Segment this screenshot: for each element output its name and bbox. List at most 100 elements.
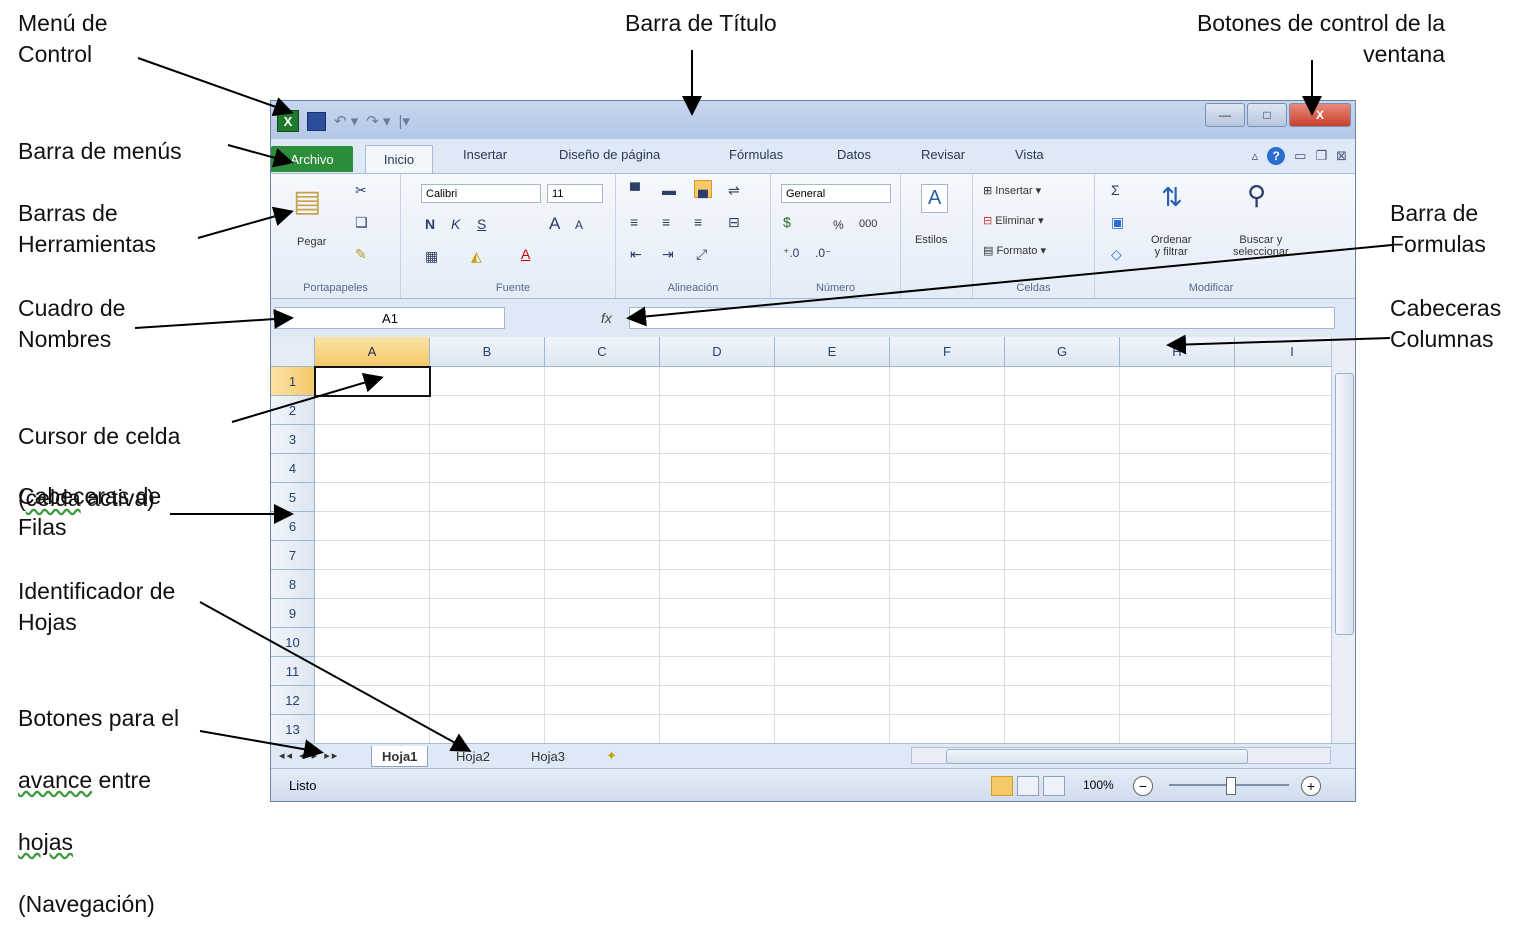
column-header-c[interactable]: C (545, 337, 660, 367)
currency-icon[interactable]: $ (783, 214, 791, 230)
new-sheet-icon[interactable]: ✦ (596, 746, 627, 766)
styles-icon[interactable]: A (921, 184, 949, 213)
sheet-navigation-buttons[interactable]: ◂◂ ◂ ▸ ▸▸ (279, 749, 339, 762)
tab-formulas[interactable]: Fórmulas (729, 147, 783, 162)
cut-icon[interactable]: ✂ (355, 182, 367, 199)
redo-icon[interactable]: ↷ ▾ (366, 112, 390, 130)
tab-file[interactable]: Archivo (271, 146, 353, 172)
doc-close-icon[interactable]: ⊠ (1336, 148, 1347, 164)
title-bar[interactable]: X ↶ ▾ ↷ ▾ |▾ — □ X (271, 101, 1355, 139)
customize-icon[interactable]: |▾ (399, 112, 410, 130)
doc-minimize-icon[interactable]: ▭ (1294, 148, 1306, 164)
sheet-tab-hoja2[interactable]: Hoja2 (446, 746, 500, 766)
align-top-icon[interactable]: ▀ (630, 182, 640, 198)
decrease-indent-icon[interactable]: ⇤ (630, 246, 642, 263)
delete-cells-button[interactable]: ⊟ Eliminar ▾ (983, 214, 1044, 227)
format-cells-button[interactable]: ▤ Formato ▾ (983, 244, 1046, 257)
page-layout-view-button[interactable] (1017, 776, 1039, 796)
doc-restore-icon[interactable]: ❐ (1315, 148, 1327, 164)
column-header-h[interactable]: H (1120, 337, 1235, 367)
horizontal-scroll-thumb[interactable] (946, 749, 1248, 764)
merge-center-icon[interactable]: ⊟ (728, 214, 740, 231)
zoom-level[interactable]: 100% (1083, 778, 1114, 792)
excel-app-icon[interactable]: X (277, 110, 299, 132)
copy-icon[interactable]: ❏ (355, 214, 368, 231)
column-header-a[interactable]: A (315, 337, 430, 367)
borders-icon[interactable]: ▦ (425, 248, 438, 265)
normal-view-button[interactable] (991, 776, 1013, 796)
row-header-2[interactable]: 2 (271, 396, 315, 425)
sheet-tab-hoja1[interactable]: Hoja1 (371, 746, 429, 767)
name-box[interactable]: A1 (275, 307, 505, 329)
row-header-11[interactable]: 11 (271, 657, 315, 686)
number-format-select[interactable]: General (781, 184, 891, 203)
fill-color-icon[interactable]: ◭ (471, 248, 482, 265)
worksheet-grid[interactable]: A B C D E F G H I 1 2 3 4 5 6 7 8 9 10 11 12 13 (271, 337, 1331, 743)
horizontal-scrollbar[interactable] (911, 747, 1331, 764)
row-header-10[interactable]: 10 (271, 628, 315, 657)
column-header-f[interactable]: F (890, 337, 1005, 367)
formula-input[interactable] (629, 307, 1335, 329)
font-size-select[interactable]: 11 (547, 184, 603, 203)
increase-indent-icon[interactable]: ⇥ (662, 246, 674, 263)
active-cell-cursor[interactable] (314, 366, 431, 397)
shrink-font-button[interactable]: A (575, 218, 583, 232)
align-center-icon[interactable]: ≡ (662, 214, 670, 230)
row-header-13[interactable]: 13 (271, 715, 315, 743)
column-header-d[interactable]: D (660, 337, 775, 367)
zoom-slider-thumb[interactable] (1226, 777, 1236, 795)
orientation-icon[interactable]: ⤢ (696, 246, 707, 263)
save-icon[interactable] (307, 111, 326, 131)
row-header-12[interactable]: 12 (271, 686, 315, 715)
tab-insert[interactable]: Insertar (463, 147, 507, 162)
close-button[interactable]: X (1289, 103, 1351, 127)
font-name-select[interactable]: Calibri (421, 184, 541, 203)
row-header-7[interactable]: 7 (271, 541, 315, 570)
column-header-e[interactable]: E (775, 337, 890, 367)
zoom-out-button[interactable]: − (1133, 776, 1153, 796)
insert-function-icon[interactable]: fx (601, 310, 612, 326)
collapse-ribbon-icon[interactable]: ▵ (1252, 148, 1259, 164)
underline-button[interactable]: S (477, 216, 486, 232)
fill-icon[interactable]: ▣ (1111, 214, 1124, 231)
column-header-g[interactable]: G (1005, 337, 1120, 367)
select-all-corner[interactable] (271, 337, 315, 367)
decrease-decimal-icon[interactable]: .0⁻ (815, 246, 831, 260)
column-header-i[interactable]: I (1235, 337, 1331, 367)
minimize-button[interactable]: — (1205, 103, 1245, 127)
help-icon[interactable]: ? (1267, 147, 1286, 165)
row-header-6[interactable]: 6 (271, 512, 315, 541)
format-painter-icon[interactable]: ✎ (355, 246, 367, 263)
maximize-button[interactable]: □ (1247, 103, 1287, 127)
sort-filter-icon[interactable]: ⇅ (1161, 182, 1183, 213)
page-break-view-button[interactable] (1043, 776, 1065, 796)
paste-button[interactable]: Pegar (297, 236, 326, 248)
row-header-9[interactable]: 9 (271, 599, 315, 628)
bold-button[interactable]: N (425, 216, 435, 232)
tab-page-layout[interactable]: Diseño de página (559, 147, 660, 162)
paste-icon[interactable]: ▤ (293, 184, 321, 219)
styles-button[interactable]: Estilos (915, 234, 947, 246)
vertical-scroll-thumb[interactable] (1335, 373, 1354, 635)
column-header-b[interactable]: B (430, 337, 545, 367)
zoom-in-button[interactable]: + (1301, 776, 1321, 796)
italic-button[interactable]: K (451, 216, 460, 232)
vertical-scrollbar[interactable] (1331, 337, 1355, 743)
tab-home[interactable]: Inicio (365, 145, 433, 173)
row-header-4[interactable]: 4 (271, 454, 315, 483)
sort-filter-button[interactable]: Ordenar y filtrar (1151, 234, 1191, 258)
tab-data[interactable]: Datos (837, 147, 871, 162)
sheet-tab-hoja3[interactable]: Hoja3 (521, 746, 575, 766)
tab-view[interactable]: Vista (1015, 147, 1044, 162)
align-bottom-icon[interactable]: ▄ (694, 180, 712, 198)
row-header-3[interactable]: 3 (271, 425, 315, 454)
wrap-text-icon[interactable]: ⇌ (728, 182, 740, 199)
increase-decimal-icon[interactable]: ⁺.0 (783, 246, 799, 260)
binoculars-icon[interactable]: ⚲ (1247, 180, 1266, 211)
align-right-icon[interactable]: ≡ (694, 214, 702, 230)
percent-button[interactable]: % (833, 218, 844, 232)
find-select-button[interactable]: Buscar y seleccionar (1233, 234, 1289, 258)
insert-cells-button[interactable]: ⊞ Insertar ▾ (983, 184, 1041, 197)
undo-icon[interactable]: ↶ ▾ (334, 112, 358, 130)
row-header-8[interactable]: 8 (271, 570, 315, 599)
